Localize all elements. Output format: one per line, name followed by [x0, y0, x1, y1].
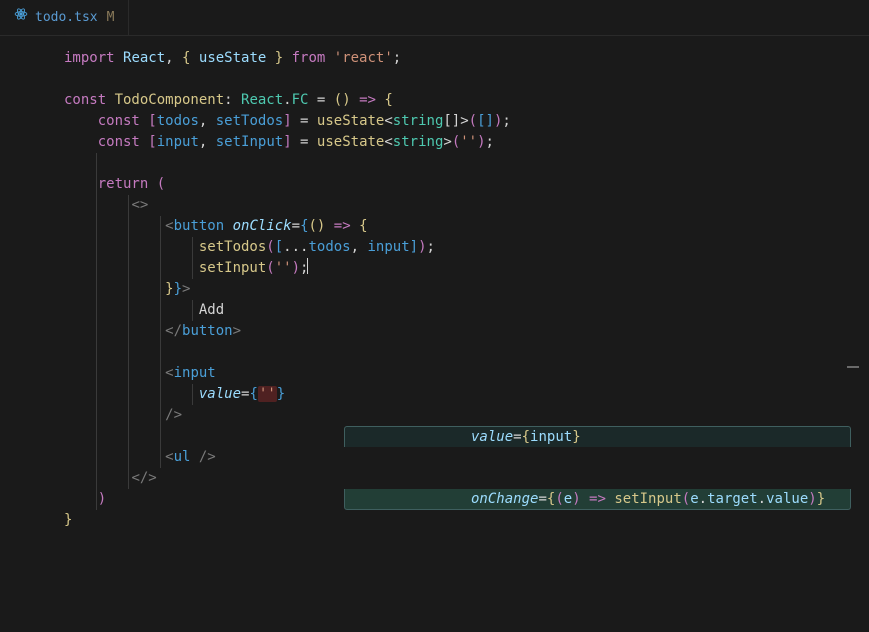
code-editor[interactable]: import React, { useState } from 'react';… — [0, 36, 869, 543]
diff-removed: '' — [258, 386, 277, 402]
code-line: <button onClick={() => { — [0, 216, 869, 237]
code-line: setInput(''); — [0, 258, 869, 279]
code-line: } — [0, 510, 869, 531]
code-line: /> — [0, 405, 869, 426]
code-line — [0, 69, 869, 90]
code-line: </button> — [0, 321, 869, 342]
editor-tab[interactable]: todo.tsx M — [0, 0, 129, 35]
minimap-indicator — [847, 366, 859, 368]
code-line: <input — [0, 363, 869, 384]
modified-indicator: M — [105, 7, 115, 28]
code-line — [0, 153, 869, 174]
code-line — [0, 342, 869, 363]
code-line: const TodoComponent: React.FC = () => { — [0, 90, 869, 111]
code-line: </> — [0, 468, 869, 489]
tab-bar: todo.tsx M — [0, 0, 869, 36]
text-cursor — [307, 258, 308, 274]
code-line: return ( — [0, 174, 869, 195]
code-line: <ul /> — [0, 447, 869, 468]
code-line: const [input, setInput] = useState<strin… — [0, 132, 869, 153]
code-line — [0, 426, 869, 447]
code-line: Add — [0, 300, 869, 321]
code-line: const [todos, setTodos] = useState<strin… — [0, 111, 869, 132]
react-icon — [14, 7, 28, 28]
code-line: }}> — [0, 279, 869, 300]
code-line: setTodos([...todos, input]); — [0, 237, 869, 258]
code-line: <> — [0, 195, 869, 216]
tab-filename: todo.tsx — [35, 7, 98, 28]
code-line: import React, { useState } from 'react'; — [0, 48, 869, 69]
code-line: value={''} value={input} onChange={(e) =… — [0, 384, 869, 405]
code-line: ) — [0, 489, 869, 510]
